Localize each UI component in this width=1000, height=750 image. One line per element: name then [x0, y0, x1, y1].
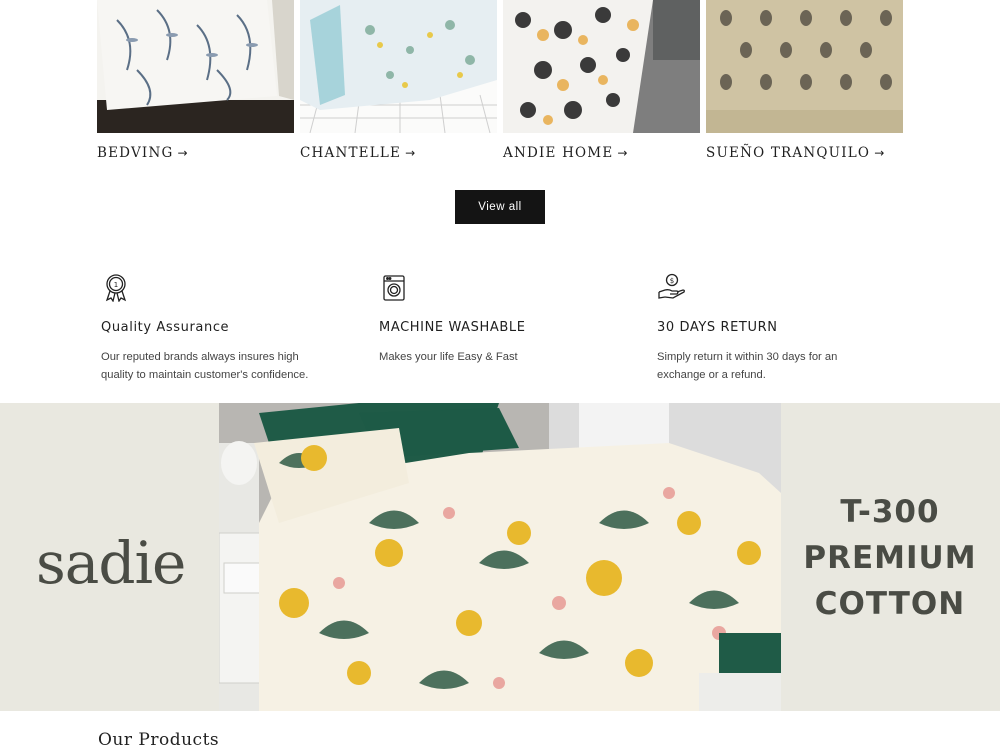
collection-card-andie-home[interactable]: ANDIE HOME →	[503, 0, 700, 161]
arrow-right-icon: →	[874, 146, 886, 160]
feature-title: Quality Assurance	[101, 320, 230, 335]
collection-name: SUEÑO TRANQUILO	[706, 145, 871, 161]
collection-link-bedving[interactable]: BEDVING →	[97, 145, 294, 161]
collection-image-chantelle[interactable]	[300, 0, 497, 133]
view-all-button[interactable]: View all	[455, 190, 545, 224]
feature-description: Our reputed brands always insures high q…	[101, 351, 309, 381]
money-hand-icon: $	[657, 272, 687, 302]
collection-link-andie-home[interactable]: ANDIE HOME →	[503, 145, 700, 161]
collections-row: BEDVING → CHANTELLE → ANDIE HOME → SUEÑO…	[97, 0, 903, 170]
feature-description: Makes your life Easy & Fast	[379, 351, 518, 363]
arrow-right-icon: →	[177, 146, 189, 160]
arrow-right-icon: →	[405, 146, 417, 160]
collection-card-sueno-tranquilo[interactable]: SUEÑO TRANQUILO →	[706, 0, 903, 161]
collection-name: ANDIE HOME	[503, 145, 614, 161]
tagline-line: PREMIUM	[803, 540, 977, 576]
collection-link-chantelle[interactable]: CHANTELLE →	[300, 145, 497, 161]
feature-title: 30 DAYS RETURN	[657, 320, 778, 335]
collection-link-sueno-tranquilo[interactable]: SUEÑO TRANQUILO →	[706, 145, 903, 161]
feature-title: MACHINE WASHABLE	[379, 320, 526, 335]
washing-machine-icon	[379, 272, 409, 302]
collection-card-bedving[interactable]: BEDVING →	[97, 0, 294, 161]
brand-logo-text: sadie	[36, 529, 186, 597]
award-medal-icon: 1	[101, 272, 131, 303]
section-title-our-products: Our Products	[98, 730, 220, 750]
collection-image-bedving[interactable]	[97, 0, 294, 133]
collection-name: BEDVING	[97, 145, 174, 161]
tagline-line: T-300	[840, 494, 940, 530]
svg-text:1: 1	[114, 281, 118, 289]
feature-quality-assurance: 1 Quality Assurance Our reputed brands a…	[101, 272, 341, 384]
collection-image-sueno-tranquilo[interactable]	[706, 0, 903, 133]
arrow-right-icon: →	[617, 146, 629, 160]
banner-tagline: T-300 PREMIUM COTTON	[790, 489, 990, 627]
collection-card-chantelle[interactable]: CHANTELLE →	[300, 0, 497, 161]
banner-bed-image[interactable]	[219, 403, 781, 711]
collection-name: CHANTELLE	[300, 145, 402, 161]
svg-text:$: $	[670, 277, 674, 285]
promo-banner[interactable]: sadie T-300 PREMIUM COTTON	[0, 403, 1000, 711]
tagline-line: COTTON	[814, 586, 966, 622]
feature-description: Simply return it within 30 days for an e…	[657, 351, 838, 381]
feature-30-days-return: $ 30 DAYS RETURN Simply return it within…	[657, 272, 897, 384]
collection-image-andie-home[interactable]	[503, 0, 700, 133]
feature-machine-washable: MACHINE WASHABLE Makes your life Easy & …	[379, 272, 619, 366]
